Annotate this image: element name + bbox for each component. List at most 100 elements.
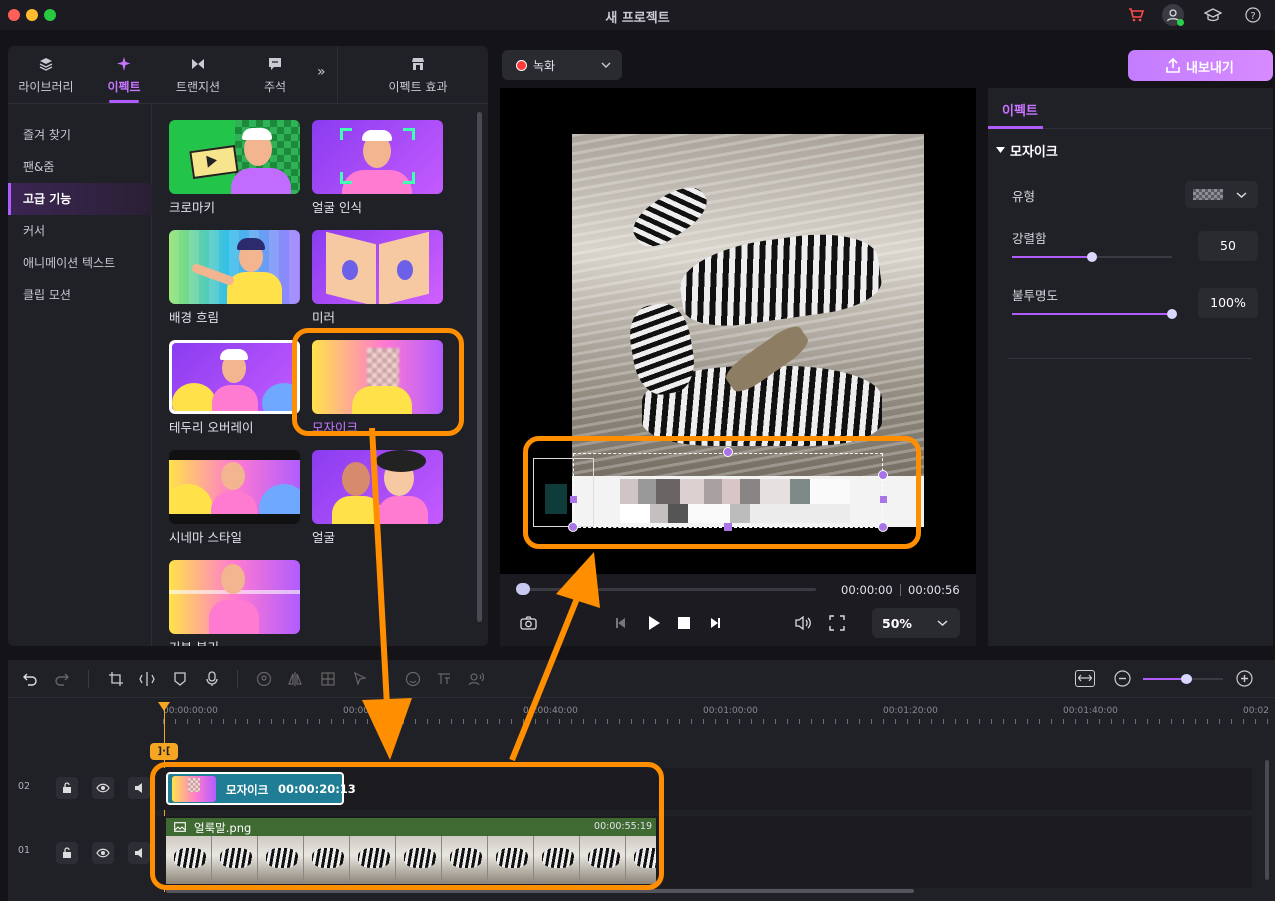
crop-icon[interactable] — [108, 671, 124, 687]
strength-slider-knob[interactable] — [1087, 252, 1097, 262]
opacity-slider-knob[interactable] — [1167, 309, 1177, 319]
zoom-in-icon[interactable] — [1236, 670, 1253, 687]
effect-card-background-blur[interactable]: 배경 흐림 — [169, 230, 300, 326]
active-tab-indicator — [109, 100, 139, 103]
speech-to-text-icon[interactable] — [436, 671, 452, 687]
split-playhead-icon[interactable]: ]·[ — [150, 743, 178, 760]
next-frame-icon[interactable] — [708, 616, 722, 630]
fullscreen-icon[interactable] — [829, 615, 845, 631]
mosaic-tool-icon[interactable] — [320, 671, 336, 687]
scrubber-knob[interactable] — [516, 583, 530, 595]
time-ruler[interactable]: 00:00:00:00 00:00:20:00 00:00:40:00 00:0… — [163, 702, 1275, 726]
track-visibility-icon[interactable] — [92, 842, 114, 864]
toolbar-divider — [237, 670, 238, 688]
voice-icon[interactable] — [468, 671, 484, 687]
effect-card-face-detection[interactable]: 얼굴 인식 — [312, 120, 443, 216]
effect-thumbnail — [169, 230, 300, 304]
fit-timeline-icon[interactable] — [1075, 670, 1095, 687]
upload-icon — [1166, 58, 1180, 73]
effect-thumbnail — [169, 560, 300, 634]
track-lock-icon[interactable] — [56, 842, 78, 864]
redo-icon[interactable] — [54, 671, 70, 687]
face-track-icon[interactable] — [256, 671, 272, 687]
help-icon[interactable]: ? — [1244, 6, 1262, 24]
track-lock-icon[interactable] — [56, 777, 78, 799]
more-tabs-chevron-icon[interactable]: » — [317, 64, 326, 80]
zoom-out-icon[interactable] — [1114, 670, 1131, 687]
play-icon[interactable] — [647, 615, 661, 631]
record-icon — [516, 60, 527, 71]
effect-card-chroma-key[interactable]: 크로마키 — [169, 120, 300, 216]
mosaic-pattern-icon — [1193, 189, 1223, 200]
record-dropdown-button[interactable]: 녹화 — [502, 50, 622, 80]
properties-panel: 이펙트 모자이크 유형 강렬함 50 불투명도 100% — [988, 88, 1273, 646]
section-divider — [1008, 358, 1252, 359]
zoom-select[interactable]: 50% — [872, 608, 960, 638]
highlight-timeline-clips — [150, 762, 664, 890]
effects-category-sidebar: 즐겨 찾기 팬&줌 고급 기능 커서 애니메이션 텍스트 클립 모션 — [8, 104, 152, 646]
cart-icon[interactable] — [1127, 6, 1145, 24]
svg-text:?: ? — [1250, 11, 1255, 22]
effect-thumbnail — [312, 120, 443, 194]
timeline-vertical-scrollbar[interactable] — [1265, 760, 1269, 880]
sticker-icon[interactable] — [405, 671, 421, 687]
track-visibility-icon[interactable] — [92, 777, 114, 799]
account-icon[interactable] — [1162, 4, 1184, 26]
store-icon — [412, 58, 424, 70]
playback-scrubber[interactable] — [516, 583, 816, 595]
total-time: 00:00:56 — [908, 583, 960, 597]
timeline-zoom-knob[interactable] — [1181, 674, 1192, 684]
tab-effects[interactable]: 이펙트 — [96, 46, 152, 104]
mirror-icon[interactable] — [287, 671, 303, 687]
opacity-slider[interactable] — [1012, 309, 1177, 319]
effect-card-cinema-style[interactable]: 시네마 스타일 — [169, 450, 300, 546]
effect-card-basic-split[interactable]: 기본 분리 — [169, 560, 300, 646]
split-icon[interactable] — [139, 671, 155, 687]
transition-icon — [192, 59, 204, 69]
cursor-effect-icon[interactable] — [352, 671, 368, 687]
opacity-slider-fill — [1012, 313, 1172, 315]
strength-value-field[interactable]: 50 — [1198, 231, 1258, 261]
track-audio-icon[interactable] — [128, 842, 150, 864]
tab-transitions[interactable]: 트랜지션 — [168, 46, 228, 104]
sidebar-item-pan-zoom[interactable]: 팬&줌 — [8, 151, 152, 183]
sidebar-item-animated-text[interactable]: 애니메이션 텍스트 — [8, 247, 152, 279]
strength-slider[interactable] — [1012, 252, 1172, 262]
timeline-zoom-slider[interactable] — [1143, 674, 1223, 684]
opacity-value-field[interactable]: 100% — [1198, 288, 1258, 318]
previous-frame-icon[interactable] — [614, 616, 628, 630]
tab-annotations[interactable]: 주석 — [248, 46, 302, 104]
tab-effect-properties[interactable]: 이펙트 — [1002, 100, 1038, 119]
track-audio-icon[interactable] — [128, 777, 150, 799]
sidebar-item-favorites[interactable]: 즐겨 찾기 — [8, 119, 152, 151]
playhead-handle[interactable] — [158, 702, 170, 711]
export-button[interactable]: 내보내기 — [1128, 50, 1273, 81]
camera-icon[interactable] — [520, 616, 537, 630]
effect-card-mirror[interactable]: 미러 — [312, 230, 443, 326]
effects-grid-scrollbar[interactable] — [477, 112, 482, 622]
volume-icon[interactable] — [794, 615, 812, 631]
sidebar-item-cursor[interactable]: 커서 — [8, 215, 152, 247]
sidebar-item-clip-motion[interactable]: 클립 모션 — [8, 279, 152, 311]
type-label: 유형 — [1012, 189, 1036, 204]
ruler-ticks — [163, 719, 1275, 724]
marker-icon[interactable] — [172, 671, 188, 687]
tab-library[interactable]: 라이브러리 — [13, 46, 79, 104]
microphone-icon[interactable] — [204, 671, 220, 687]
effect-thumbnail — [169, 120, 300, 194]
track-number: 01 — [18, 845, 31, 856]
chevron-down-icon — [601, 62, 611, 68]
effect-thumbnail — [169, 450, 300, 524]
stop-icon[interactable] — [678, 617, 690, 629]
sidebar-item-advanced[interactable]: 고급 기능 — [8, 183, 152, 215]
strength-slider-fill — [1012, 256, 1092, 258]
effect-card-border-overlay[interactable]: 테두리 오버레이 — [169, 340, 300, 436]
undo-icon[interactable] — [22, 671, 38, 687]
effect-card-face[interactable]: 얼굴 — [312, 450, 443, 546]
tab-effect-store[interactable]: 이펙트 효과 — [348, 46, 488, 104]
collapse-triangle-icon[interactable] — [996, 147, 1005, 154]
active-tab-indicator — [988, 126, 1043, 129]
track-number: 02 — [18, 781, 31, 792]
type-select[interactable] — [1185, 181, 1258, 208]
graduation-cap-icon[interactable] — [1204, 6, 1222, 24]
